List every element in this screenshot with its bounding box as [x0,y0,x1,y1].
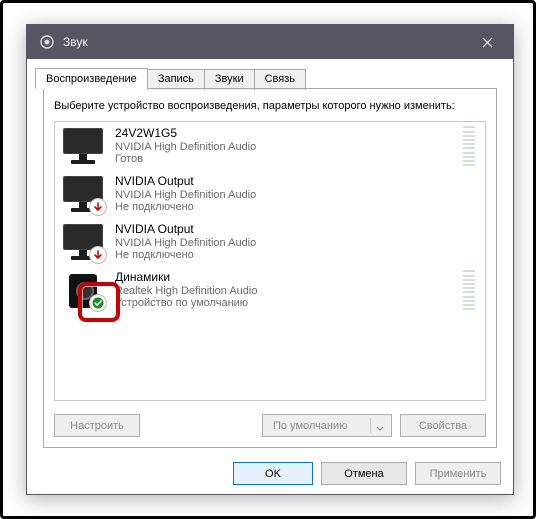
device-row[interactable]: Динамики Realtek High Definition Audio У… [55,266,485,314]
button-label: Отмена [344,468,383,480]
device-status: Готов [115,153,453,166]
dialog-title: Звук [63,35,465,49]
spacer [148,414,254,437]
device-text: NVIDIA Output NVIDIA High Definition Aud… [115,175,479,214]
device-text: Динамики Realtek High Definition Audio У… [115,271,453,310]
device-driver: Realtek High Definition Audio [115,285,453,298]
device-name: NVIDIA Output [115,223,479,237]
device-status: Устройство по умолчанию [115,297,453,310]
device-row[interactable]: 24V2W1G5 NVIDIA High Definition Audio Го… [55,122,485,170]
device-text: NVIDIA Output NVIDIA High Definition Aud… [115,223,479,262]
device-name: NVIDIA Output [115,175,479,189]
configure-button: Настроить [54,414,140,437]
button-label: Применить [430,468,487,480]
close-icon [482,37,493,48]
device-row[interactable]: NVIDIA Output NVIDIA High Definition Aud… [55,218,485,266]
dialog-button-row: OK Отмена Применить [27,456,513,497]
device-icon-monitor [61,174,105,214]
ok-button[interactable]: OK [233,462,313,485]
device-name: 24V2W1G5 [115,127,453,141]
device-driver: NVIDIA High Definition Audio [115,189,479,202]
monitor-icon [61,126,105,166]
tab-communications[interactable]: Связь [254,69,306,90]
device-text: 24V2W1G5 NVIDIA High Definition Audio Го… [115,127,453,166]
tabstrip: Воспроизведение Запись Звуки Связь [35,67,505,88]
chevron-down-icon [376,423,384,435]
default-badge [89,294,107,312]
arrow-down-icon [92,249,104,261]
tab-label: Связь [265,73,295,85]
device-driver: NVIDIA High Definition Audio [115,141,453,154]
tab-recording[interactable]: Запись [147,69,205,90]
properties-button: Свойства [400,414,486,437]
device-row[interactable]: NVIDIA Output NVIDIA High Definition Aud… [55,170,485,218]
level-meter [463,126,475,166]
apply-button: Применить [415,462,501,485]
button-label: Свойства [419,420,467,432]
device-list[interactable]: 24V2W1G5 NVIDIA High Definition Audio Го… [54,121,486,401]
tab-panel: Выберите устройство воспроизведения, пар… [43,88,497,448]
tab-label: Запись [158,73,194,85]
tabs-area: Воспроизведение Запись Звуки Связь Выбер… [27,59,513,448]
tab-playback[interactable]: Воспроизведение [35,68,148,89]
device-status: Не подключено [115,249,479,262]
button-label: По умолчанию [273,420,347,432]
button-label: Настроить [70,420,124,432]
check-icon [92,297,104,309]
button-label: OK [265,468,281,480]
sound-dialog: Звук Воспроизведение Запись Звуки Связь … [26,24,514,495]
device-driver: NVIDIA High Definition Audio [115,237,479,250]
tab-label: Воспроизведение [46,73,137,85]
panel-button-row: Настроить По умолчанию Свойства [54,414,486,437]
arrow-down-icon [92,201,104,213]
level-meter [463,270,475,310]
close-button[interactable] [465,27,509,57]
cancel-button[interactable]: Отмена [321,462,407,485]
device-name: Динамики [115,271,453,285]
device-icon-speaker [61,270,105,310]
panel-hint: Выберите устройство воспроизведения, пар… [54,99,486,113]
tab-sounds[interactable]: Звуки [204,69,255,90]
set-default-button: По умолчанию [262,414,392,437]
device-status: Не подключено [115,201,479,214]
dialog-system-icon [39,34,55,50]
device-icon-monitor [61,126,105,166]
titlebar: Звук [27,25,513,59]
tab-label: Звуки [215,73,244,85]
device-icon-monitor [61,222,105,262]
